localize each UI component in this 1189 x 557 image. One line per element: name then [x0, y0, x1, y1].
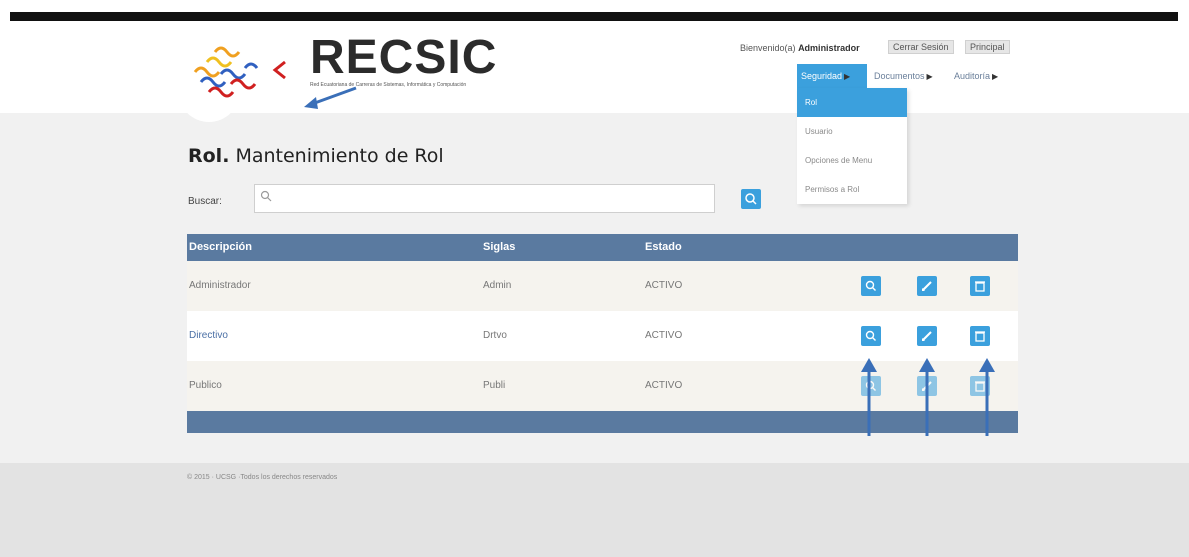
- menu-item-usuario[interactable]: Usuario: [797, 117, 907, 146]
- delete-button[interactable]: [970, 326, 990, 346]
- page-title-bold: Rol.: [188, 145, 230, 167]
- roles-table: Descripción Siglas Estado Administrador …: [187, 234, 1018, 433]
- cell-estado: ACTIVO: [645, 380, 683, 391]
- menu-item-rol[interactable]: Rol: [797, 88, 907, 117]
- table-row: Publico Publi ACTIVO: [187, 361, 1018, 411]
- footer-area: [0, 463, 1189, 557]
- search-input[interactable]: [254, 184, 715, 213]
- view-icon: [865, 280, 876, 291]
- cell-siglas: Publi: [483, 380, 506, 391]
- table-row: Directivo Drtvo ACTIVO: [187, 311, 1018, 361]
- edit-icon: [922, 331, 932, 341]
- column-header-descripcion: Descripción: [189, 241, 252, 253]
- nav-label-seguridad: Seguridad: [801, 71, 843, 81]
- view-icon: [865, 330, 876, 341]
- cell-siglas: Drtvo: [483, 330, 507, 341]
- nav-label-documentos: Documentos: [874, 71, 925, 81]
- logo-mark-icon: [193, 46, 286, 98]
- annotation-arrow-up-icon: [979, 358, 995, 436]
- nav-item-auditoria[interactable]: Auditoría ▶: [950, 64, 1002, 88]
- cell-estado: ACTIVO: [645, 330, 683, 341]
- cell-siglas: Admin: [483, 280, 512, 291]
- annotation-arrow-up-icon: [861, 358, 877, 436]
- page-title: Rol. Mantenimiento de Rol: [188, 145, 444, 167]
- triangle-right-icon: ▶: [992, 72, 999, 81]
- delete-icon: [975, 281, 985, 292]
- column-header-siglas: Siglas: [483, 241, 516, 253]
- search-icon: [260, 190, 272, 202]
- edit-button[interactable]: [917, 326, 937, 346]
- cell-descripcion: Directivo: [189, 330, 228, 341]
- edit-icon: [922, 281, 932, 291]
- search-button[interactable]: [741, 189, 761, 209]
- logo-title: RECSIC: [310, 31, 498, 84]
- delete-button[interactable]: [970, 276, 990, 296]
- annotation-arrow-up-icon: [919, 358, 935, 436]
- seguridad-dropdown-menu: Rol Usuario Opciones de Menu Permisos a …: [797, 88, 907, 204]
- page-title-text: Mantenimiento de Rol: [235, 145, 444, 167]
- view-button[interactable]: [861, 326, 881, 346]
- top-black-bar: [10, 12, 1178, 21]
- nav-item-documentos[interactable]: Documentos ▶: [870, 64, 937, 88]
- triangle-right-icon: ▶: [844, 72, 851, 81]
- menu-item-opciones-menu[interactable]: Opciones de Menu: [797, 146, 907, 175]
- logout-button[interactable]: Cerrar Sesión: [888, 40, 954, 54]
- welcome-message: Bienvenido(a) Administrador: [740, 43, 860, 53]
- edit-button[interactable]: [917, 276, 937, 296]
- view-button[interactable]: [861, 276, 881, 296]
- nav-item-seguridad[interactable]: Seguridad ▶: [797, 64, 867, 88]
- cell-descripcion: Administrador: [189, 280, 251, 291]
- nav-label-auditoria: Auditoría: [954, 71, 991, 81]
- delete-icon: [975, 331, 985, 342]
- cell-descripcion: Publico: [189, 380, 222, 391]
- welcome-text: Bienvenido(a): [740, 43, 796, 53]
- home-button[interactable]: Principal: [965, 40, 1010, 54]
- cell-estado: ACTIVO: [645, 280, 683, 291]
- table-row: Administrador Admin ACTIVO: [187, 261, 1018, 311]
- table-footer: [187, 411, 1018, 433]
- search-label: Buscar:: [188, 196, 222, 207]
- annotation-arrow-icon: [304, 86, 357, 109]
- menu-item-permisos-rol[interactable]: Permisos a Rol: [797, 175, 907, 204]
- column-header-estado: Estado: [645, 241, 682, 253]
- footer-copyright: © 2015 · UCSG ·Todos los derechos reserv…: [187, 474, 338, 481]
- search-icon: [745, 193, 757, 205]
- triangle-right-icon: ▶: [926, 72, 933, 81]
- table-header: Descripción Siglas Estado: [187, 234, 1018, 261]
- user-name: Administrador: [798, 43, 860, 53]
